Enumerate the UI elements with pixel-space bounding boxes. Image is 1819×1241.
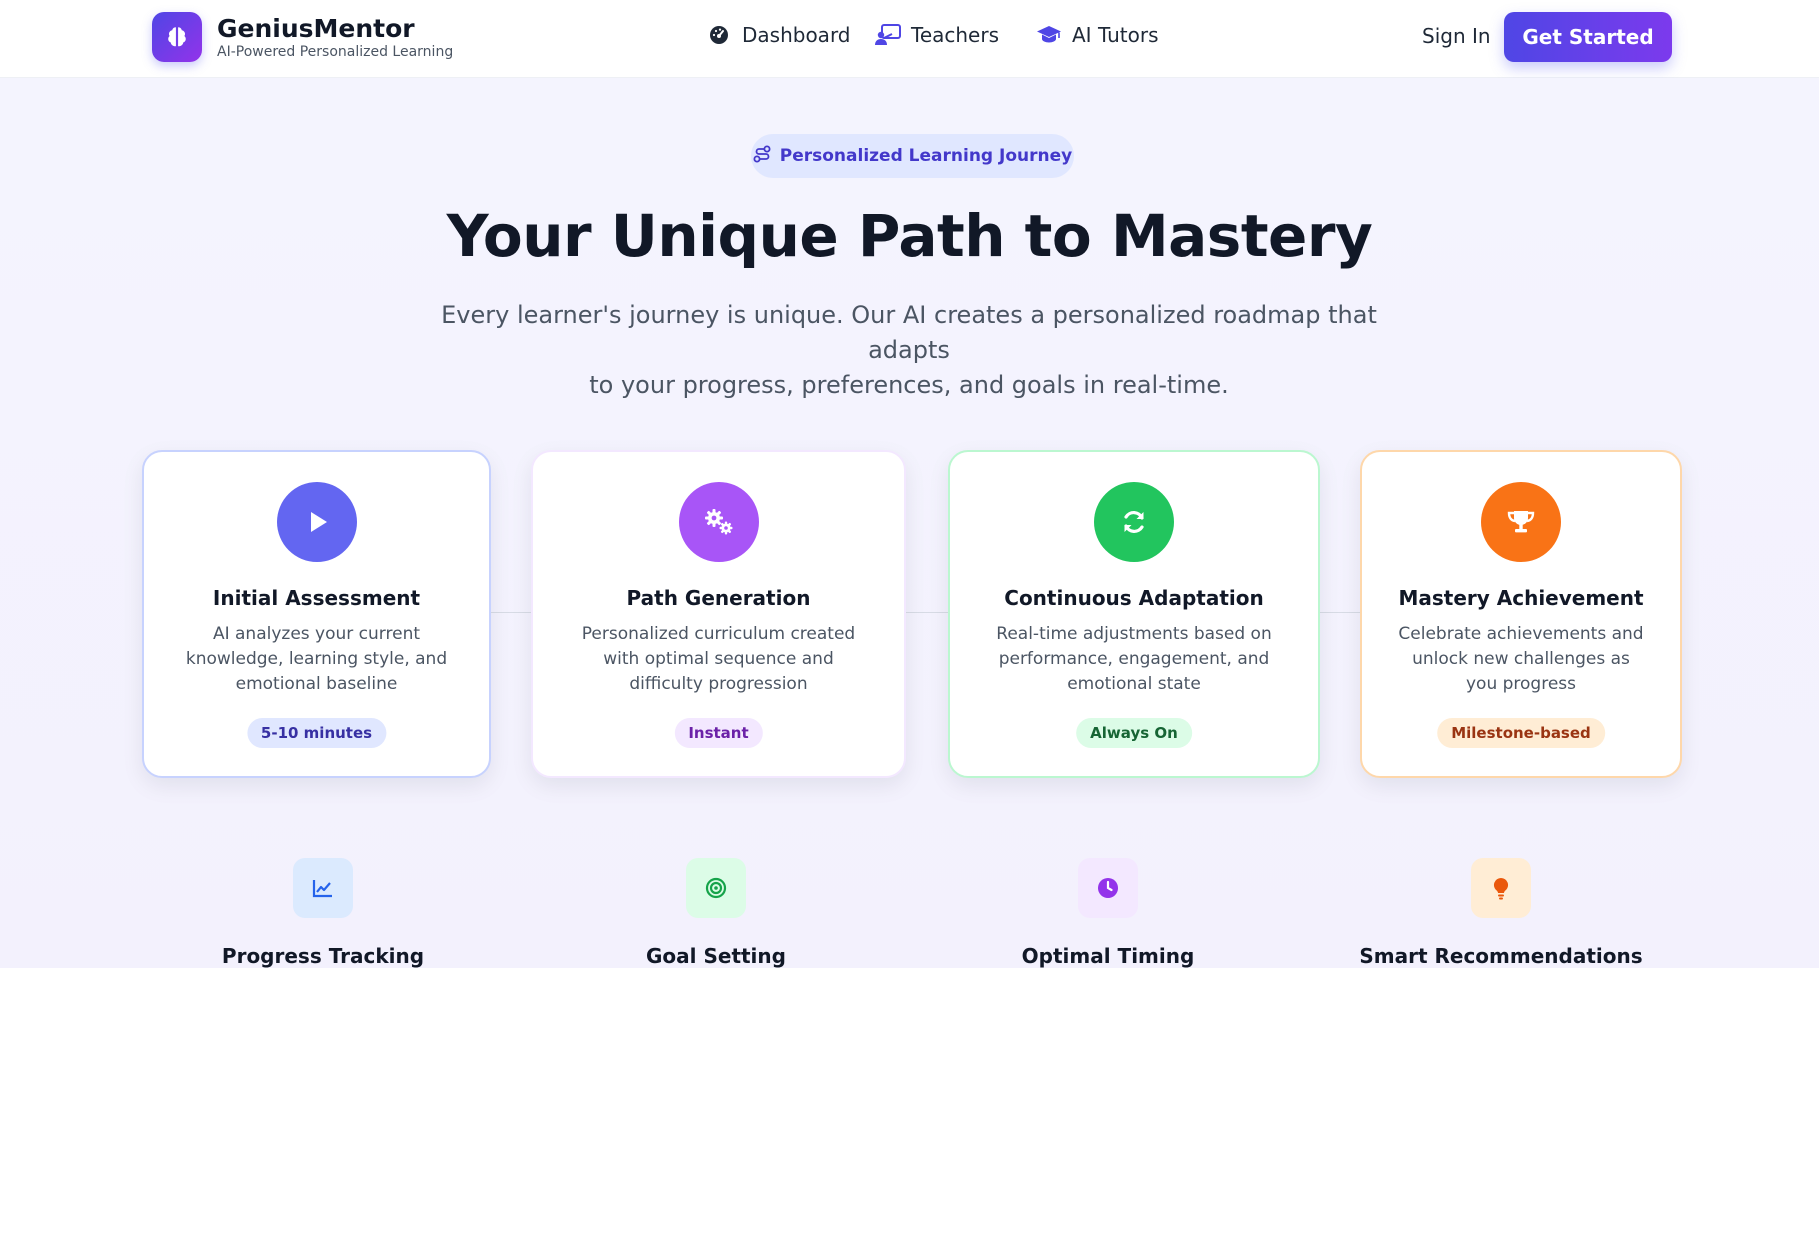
- get-started-button[interactable]: Get Started: [1504, 12, 1672, 62]
- hero-subtitle: Every learner's journey is unique. Our A…: [409, 298, 1409, 403]
- step-description: Celebrate achievements and unlock new ch…: [1398, 624, 1644, 694]
- step-duration-badge: Milestone-based: [1437, 718, 1605, 748]
- clock-icon: [1078, 858, 1138, 918]
- section-pill-label: Personalized Learning Journey: [779, 146, 1073, 166]
- feature-label: Goal Setting: [646, 944, 786, 968]
- step-title: Initial Assessment: [212, 586, 421, 610]
- nav-teachers[interactable]: Teachers: [875, 22, 999, 48]
- nav-dashboard-label: Dashboard: [742, 23, 851, 47]
- graduation-cap-icon: [1036, 22, 1062, 48]
- nav-ai-tutors[interactable]: AI Tutors: [1036, 22, 1159, 48]
- teacher-board-icon: [875, 22, 901, 48]
- step-description: Personalized curriculum created with opt…: [581, 624, 856, 694]
- brain-logo-icon[interactable]: [152, 12, 202, 62]
- hero-title: Your Unique Path to Mastery: [446, 202, 1373, 270]
- gears-icon: [678, 482, 759, 562]
- nav-teachers-label: Teachers: [911, 23, 999, 47]
- step-description: AI analyzes your current knowledge, lear…: [185, 624, 448, 694]
- step-duration-badge: 5-10 minutes: [246, 718, 387, 748]
- play-icon: [276, 482, 357, 562]
- feature-goal-setting[interactable]: Goal Setting: [556, 858, 876, 968]
- trophy-icon: [1481, 482, 1561, 562]
- step-card-mastery-achievement[interactable]: Mastery Achievement Celebrate achievemen…: [1360, 450, 1682, 778]
- section-pill-badge: Personalized Learning Journey: [751, 134, 1074, 178]
- feature-label: Progress Tracking: [221, 944, 425, 968]
- nav-dashboard[interactable]: Dashboard: [706, 22, 851, 48]
- refresh-icon: [1094, 482, 1174, 562]
- top-navbar: GeniusMentor AI-Powered Personalized Lea…: [0, 0, 1819, 78]
- lightbulb-icon: [1471, 858, 1531, 918]
- step-title: Continuous Adaptation: [1004, 586, 1264, 610]
- journey-section: Personalized Learning Journey Your Uniqu…: [0, 78, 1819, 968]
- step-title: Path Generation: [626, 586, 811, 610]
- feature-optimal-timing[interactable]: Optimal Timing: [948, 858, 1268, 968]
- feature-smart-recommendations[interactable]: Smart Recommendations: [1341, 858, 1661, 968]
- sign-in-link[interactable]: Sign In: [1422, 24, 1491, 48]
- line-chart-icon: [293, 858, 353, 918]
- step-duration-badge: Always On: [1076, 718, 1192, 748]
- step-duration-badge: Instant: [674, 718, 763, 748]
- brand-tagline: AI-Powered Personalized Learning: [217, 44, 454, 60]
- target-icon: [686, 858, 746, 918]
- step-description: Real-time adjustments based on performan…: [996, 624, 1272, 694]
- hero-subtitle-line: Every learner's journey is unique. Our A…: [441, 301, 1377, 364]
- hero-subtitle-line: to your progress, preferences, and goals…: [589, 371, 1229, 399]
- step-card-path-generation[interactable]: Path Generation Personalized curriculum …: [531, 450, 906, 778]
- feature-label: Smart Recommendations: [1359, 944, 1643, 968]
- feature-progress-tracking[interactable]: Progress Tracking: [163, 858, 483, 968]
- step-card-continuous-adaptation[interactable]: Continuous Adaptation Real-time adjustme…: [948, 450, 1320, 778]
- brand-name[interactable]: GeniusMentor: [217, 14, 415, 43]
- dashboard-gauge-icon: [706, 22, 732, 48]
- route-icon: [753, 145, 771, 168]
- step-card-initial-assessment[interactable]: Initial Assessment AI analyzes your curr…: [142, 450, 491, 778]
- feature-label: Optimal Timing: [1021, 944, 1195, 968]
- nav-ai-tutors-label: AI Tutors: [1072, 23, 1159, 47]
- step-title: Mastery Achievement: [1398, 586, 1644, 610]
